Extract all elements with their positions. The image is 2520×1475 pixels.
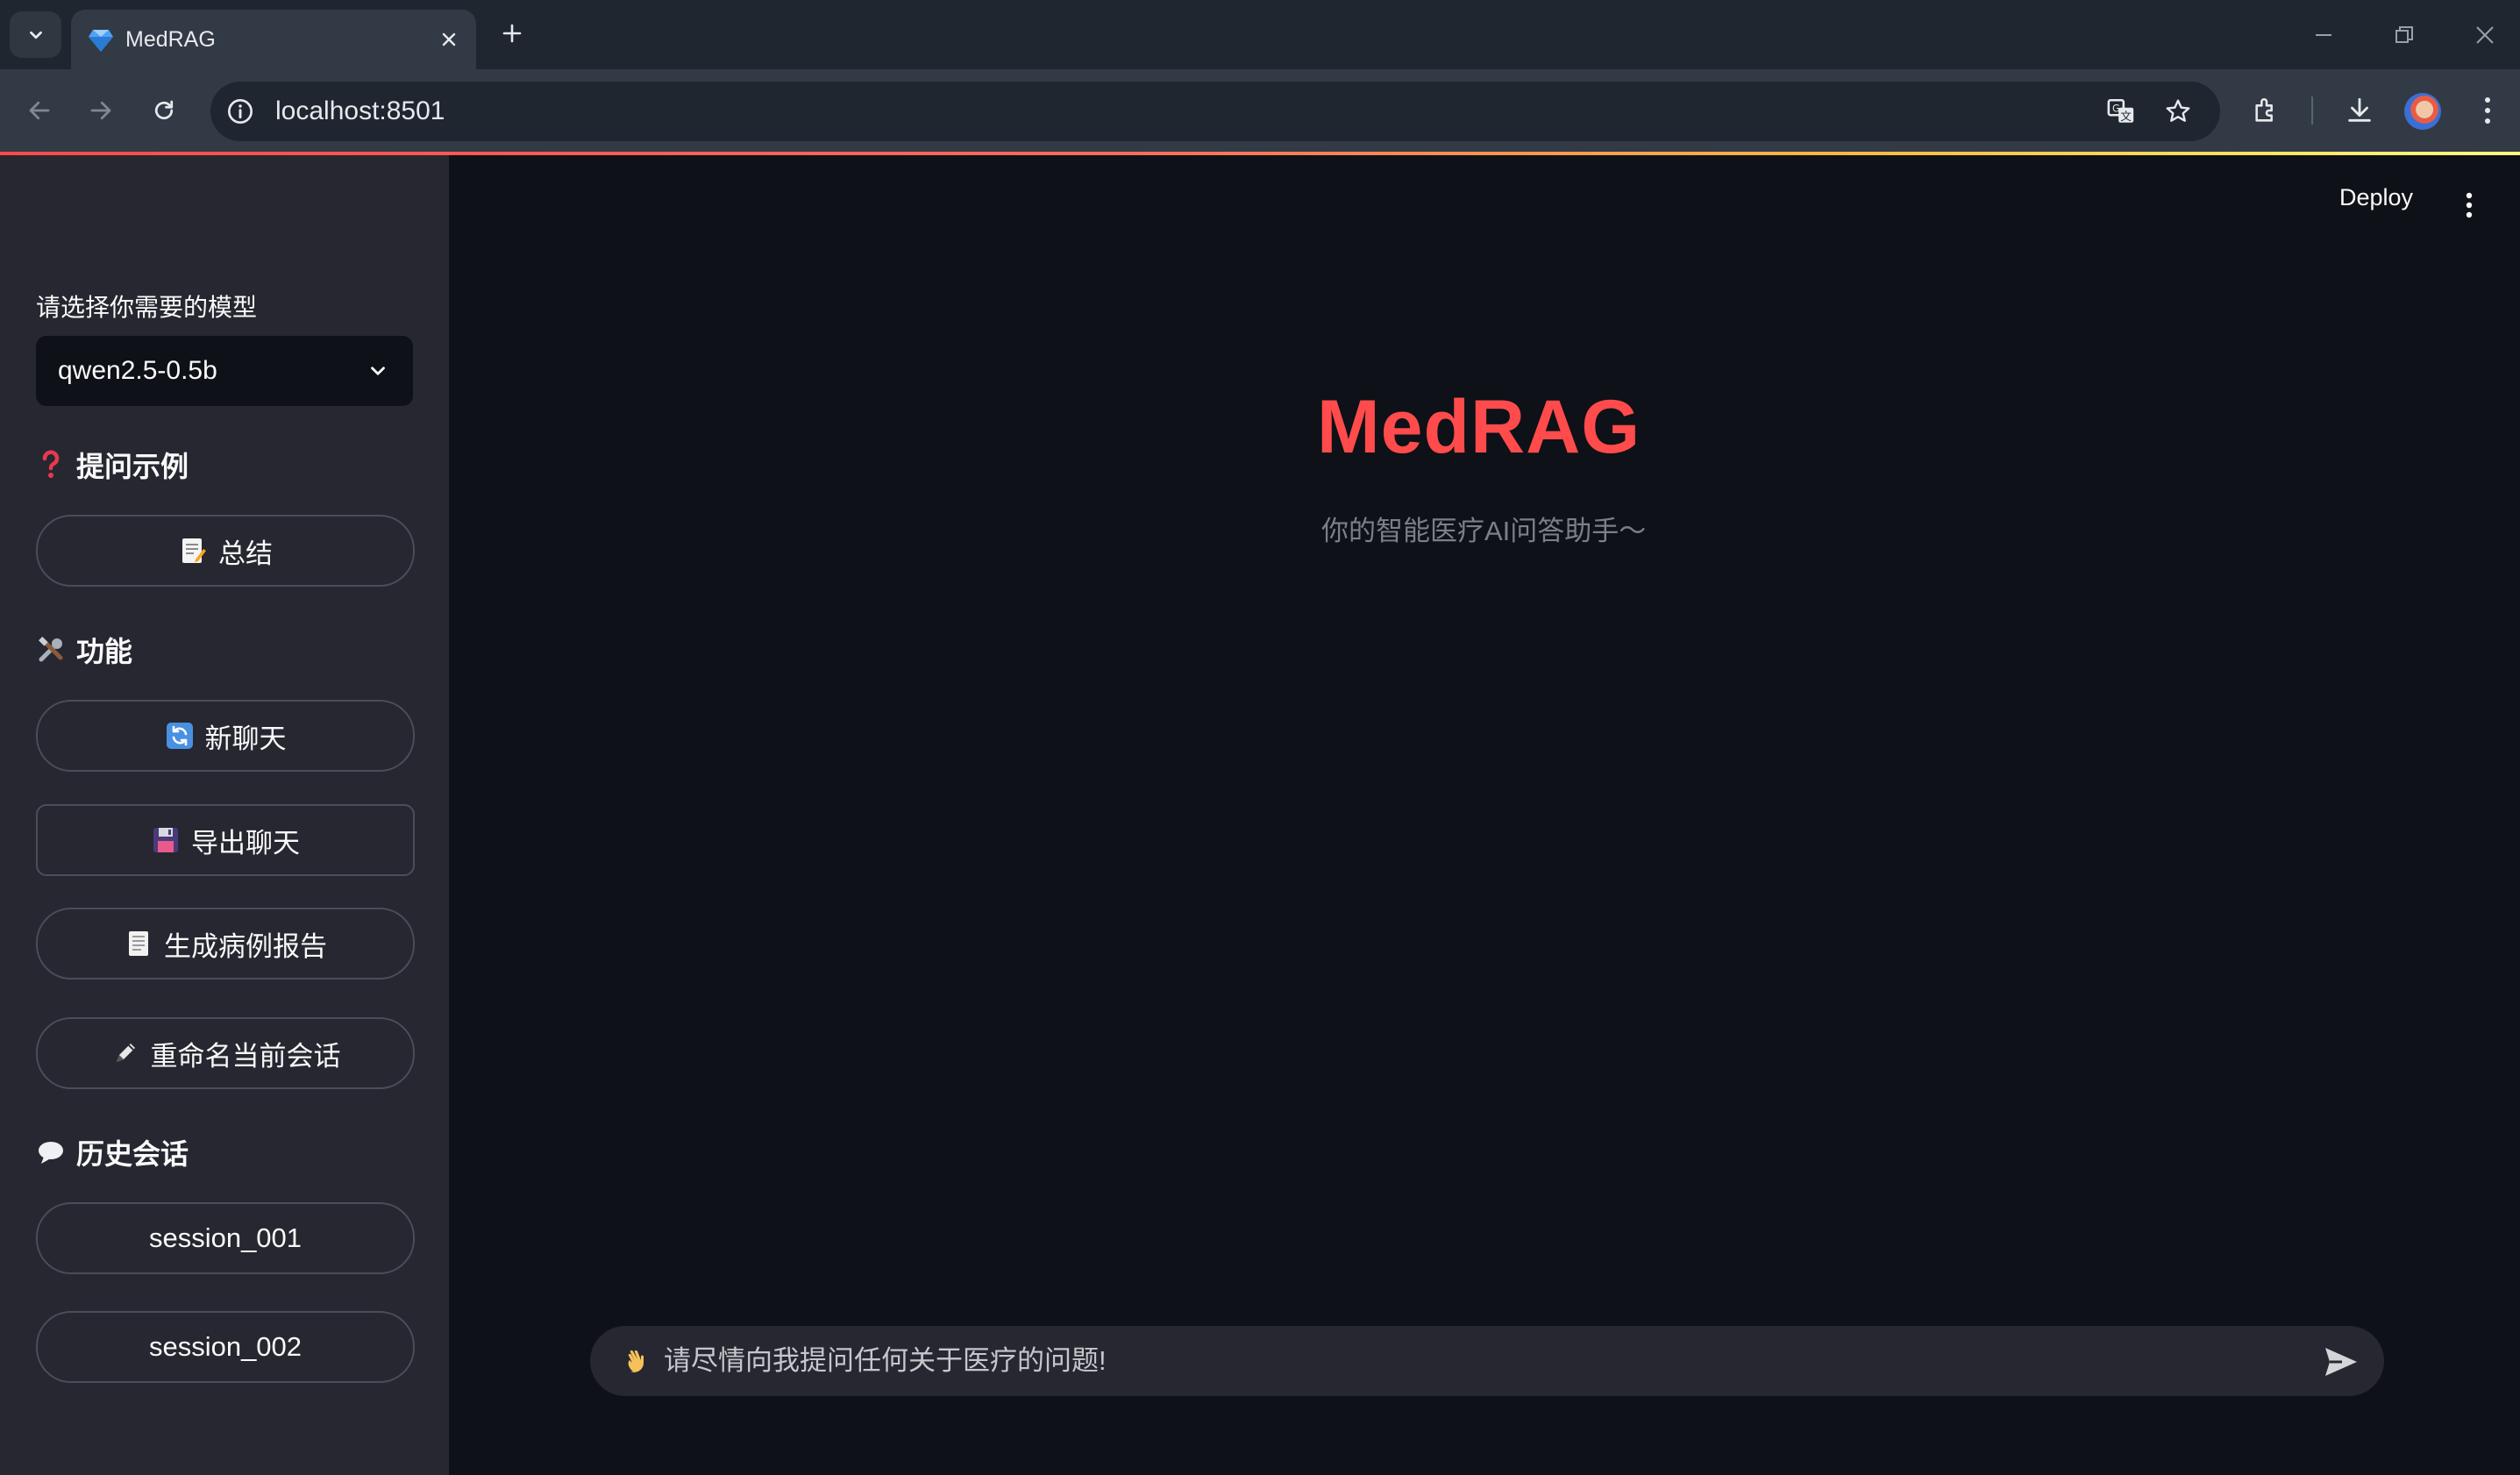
browser-toolbar: localhost:8501 文G [0,69,2520,152]
session-item-label: session_002 [148,1331,303,1362]
waving-hand-icon [623,1345,655,1377]
model-select-value: qwen2.5-0.5b [58,356,217,385]
app-menu-icon[interactable] [2452,188,2487,223]
chat-input[interactable]: 请尽情向我提问任何关于医疗的问题! [590,1326,2384,1396]
floppy-disk-icon [151,825,181,855]
plus-icon[interactable] [494,15,530,52]
translate-icon[interactable]: 文G [2102,92,2140,131]
examples-heading-text: 提问示例 [76,451,189,482]
extensions-icon[interactable] [2245,89,2289,132]
chevron-down-icon [362,355,394,387]
rename-session-label: 重命名当前会话 [150,1040,341,1072]
restore-icon[interactable] [2378,12,2431,58]
example-summary-button[interactable]: 总结 [36,515,415,587]
reload-icon[interactable] [142,89,186,132]
example-summary-label: 总结 [218,538,273,569]
model-select-label: 请选择你需要的模型 [36,294,258,321]
memo-icon [178,536,208,566]
rename-session-button[interactable]: 重命名当前会话 [36,1017,415,1089]
menu-icon[interactable] [2466,89,2509,132]
close-icon[interactable] [434,25,464,54]
generate-case-report-label: 生成病例报告 [164,930,327,962]
tab-title: MedRAG [125,27,216,52]
pencil-icon [110,1038,140,1068]
examples-heading: 提问示例 [36,445,189,485]
history-heading-text: 历史会话 [76,1138,189,1170]
tab-search-button[interactable] [10,11,61,58]
page-subtitle: 你的智能医疗AI问答助手～ [1321,516,1647,546]
minimize-icon[interactable] [2297,12,2350,58]
forward-icon[interactable] [79,89,123,132]
back-icon[interactable] [18,89,61,132]
new-chat-label: 新聊天 [204,723,287,754]
star-icon[interactable] [2159,92,2197,131]
deploy-button[interactable]: Deploy [2339,184,2413,211]
svg-text:文: 文 [2120,110,2132,124]
export-chat-label: 导出聊天 [191,827,300,859]
chat-input-placeholder: 请尽情向我提问任何关于医疗的问题! [664,1345,1107,1376]
page-icon [124,929,153,958]
diamond-favicon-icon [87,27,115,53]
browser-titlebar: MedRAG [0,0,2520,69]
speech-bubble-icon [36,1137,66,1167]
page-title: MedRAG [1317,385,1641,469]
info-icon[interactable] [223,94,258,129]
generate-case-report-button[interactable]: 生成病例报告 [36,908,415,980]
address-bar[interactable]: localhost:8501 文G [210,82,2220,141]
new-chat-button[interactable]: 新聊天 [36,700,415,772]
tools-icon [36,635,66,665]
export-chat-button[interactable]: 导出聊天 [36,804,415,876]
question-mark-icon [36,450,66,480]
toolbar-divider [2311,96,2313,125]
sidebar: 请选择你需要的模型 qwen2.5-0.5b 提问示例 总结 功能 新聊天 导出… [0,155,449,1475]
functions-heading-text: 功能 [76,636,133,667]
window-close-icon[interactable] [2459,12,2511,58]
chevron-down-icon [29,31,42,39]
functions-heading: 功能 [36,630,132,670]
session-item-002[interactable]: session_002 [36,1311,415,1383]
browser-tab[interactable]: MedRAG [71,10,476,69]
model-select[interactable]: qwen2.5-0.5b [36,336,413,406]
svg-text:G: G [2112,103,2120,115]
profile-avatar[interactable] [2404,93,2441,130]
session-item-001[interactable]: session_001 [36,1202,415,1274]
history-heading: 历史会话 [36,1132,189,1172]
session-item-label: session_001 [148,1222,303,1253]
url-text[interactable]: localhost:8501 [275,82,445,141]
send-icon[interactable] [2321,1342,2361,1382]
refresh-icon [165,721,195,751]
download-icon[interactable] [2338,89,2381,132]
